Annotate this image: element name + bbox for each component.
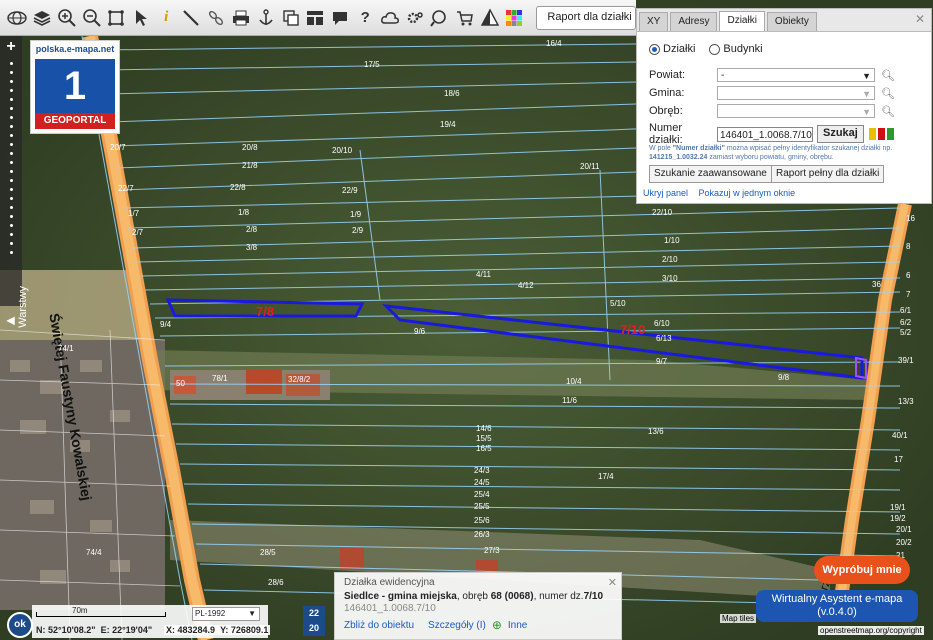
settings-icon[interactable] [404, 6, 426, 30]
zoom-in-icon[interactable] [56, 6, 78, 30]
scale-label: 70m [72, 606, 88, 615]
xy-readout: X: 483284.9 Y: 726809.1 [164, 625, 271, 635]
osm-attribution-link[interactable]: openstreetmap.org/copyright [818, 626, 924, 635]
search-button[interactable]: Szukaj [817, 125, 864, 143]
search-zoom-icon[interactable] [429, 6, 451, 30]
numer-label: Numer działki: [649, 122, 683, 146]
comment-icon[interactable] [329, 6, 351, 30]
search-hint: W pole "Numer działki" można wpisać pełn… [649, 145, 893, 161]
globe-icon[interactable] [6, 6, 28, 30]
zoom-level-indicator: 22 20 [303, 606, 325, 636]
radio-budynki[interactable]: Budynki [709, 43, 763, 55]
warning-icon[interactable] [479, 6, 501, 30]
details-link[interactable]: Szczegóły (I) [428, 620, 486, 631]
gmina-label: Gmina: [649, 87, 685, 99]
zoom-out-icon[interactable] [81, 6, 103, 30]
fullscreen-icon[interactable] [106, 6, 128, 30]
anchor-icon[interactable] [255, 6, 277, 30]
popup-parcel-desc: Siedlce - gmina miejska, obręb 68 (0068)… [344, 591, 604, 602]
logo-brand: GEOPORTAL [35, 113, 115, 129]
color-grid-icon[interactable] [504, 6, 526, 30]
layers-sidebar[interactable]: + ▶ Warstwy [0, 36, 29, 328]
numer-row: Numer działki: 146401_1.0068.7/10 Szukaj [649, 122, 894, 146]
search-icon[interactable]: 🔍︎ [881, 87, 895, 100]
advanced-search-button[interactable]: Szukanie zaawansowane [649, 165, 772, 183]
cloud-icon[interactable] [379, 6, 401, 30]
panel-close-icon[interactable]: ✕ [915, 12, 925, 26]
chevron-down-icon: ▼ [248, 609, 256, 618]
question-icon[interactable]: ? [354, 6, 376, 30]
popup-parcel-id: 146401_1.0068.7/10 [344, 603, 436, 614]
report-button[interactable]: Raport dla działki [536, 5, 636, 30]
info-icon[interactable]: i [155, 6, 177, 30]
popup-links: Zbliż do obiektu Szczegóły (I) ⊕ Inne [344, 618, 612, 632]
tab-adresy[interactable]: Adresy [670, 12, 718, 31]
search-icon[interactable]: 🔍︎ [881, 105, 895, 118]
search-type-radios: Działki Budynki [649, 43, 763, 55]
layers-toggle[interactable]: ▶ Warstwy [4, 286, 29, 328]
powiat-row: Powiat: - ▼ 🔍︎ [649, 68, 895, 82]
scale-bar [36, 612, 166, 617]
copy-icon[interactable] [280, 6, 302, 30]
parcel-search-panel: XY Adresy Działki Obiekty ✕ Działki Budy… [636, 8, 932, 204]
obreb-select[interactable]: ▼ [717, 104, 875, 118]
powiat-select[interactable]: - ▼ [717, 68, 875, 82]
logo-number: 1 [35, 59, 115, 113]
panel-links: Ukryj panel Pokazuj w jednym oknie [643, 188, 803, 198]
powiat-label: Powiat: [649, 69, 686, 81]
measure-icon[interactable] [180, 6, 202, 30]
single-window-link[interactable]: Pokazuj w jednym oknie [699, 188, 796, 198]
tab-dzialki[interactable]: Działki [719, 11, 765, 31]
chevron-down-icon: ▼ [862, 89, 871, 99]
tab-xy[interactable]: XY [639, 12, 669, 31]
layout-icon[interactable] [305, 6, 327, 30]
main-toolbar: i ? Raport dla działki [0, 0, 636, 36]
popup-title: Działka ewidencyjna [344, 577, 435, 588]
radio-dzialki[interactable]: Działki [649, 43, 695, 55]
chevron-down-icon: ▼ [862, 107, 871, 117]
layers-icon[interactable] [31, 6, 53, 30]
panel-tabs: XY Adresy Działki Obiekty [637, 9, 931, 32]
projection-select[interactable]: PL-1992 ▼ [192, 607, 260, 621]
gmina-select[interactable]: ▼ [717, 86, 875, 100]
parcel-number-input[interactable]: 146401_1.0068.7/10 [717, 126, 813, 142]
print-icon[interactable] [230, 6, 252, 30]
link-icon[interactable] [205, 6, 227, 30]
geoportal-logo[interactable]: polska.e-mapa.net 1 GEOPORTAL [30, 40, 120, 134]
gmina-row: Gmina: ▼ 🔍︎ [649, 86, 895, 100]
popup-close-icon[interactable]: ✕ [608, 576, 617, 589]
coordinates-readout: N: 52°10'08.2" E: 22°19'04" [36, 625, 153, 635]
search-icon[interactable]: 🔍︎ [881, 69, 895, 82]
obreb-label: Obręb: [649, 105, 683, 117]
try-me-button[interactable]: Wypróbuj mnie [814, 556, 910, 584]
other-link[interactable]: Inne [508, 620, 527, 631]
plus-circle-icon[interactable]: ⊕ [492, 618, 502, 632]
ok-button[interactable]: ok [7, 612, 33, 638]
virtual-assistant-button[interactable]: Wirtualny Asystent e-mapa (v.0.4.0) [756, 590, 918, 622]
obreb-row: Obręb: ▼ 🔍︎ [649, 104, 895, 118]
map-tiles-attribution: Map tiles [720, 614, 757, 623]
hide-panel-link[interactable]: Ukryj panel [643, 188, 688, 198]
zoom-to-object-link[interactable]: Zbliż do obiektu [344, 620, 414, 631]
parcel-info-popup: ✕ Działka ewidencyjna Siedlce - gmina mi… [334, 572, 622, 640]
color-green-icon[interactable] [886, 128, 894, 140]
site-name: polska.e-mapa.net [35, 44, 115, 54]
full-report-button[interactable]: Raport pełny dla działki [771, 165, 885, 183]
tab-obiekty[interactable]: Obiekty [766, 12, 817, 31]
color-yellow-icon[interactable] [868, 128, 876, 140]
chevron-down-icon: ▼ [862, 71, 871, 81]
color-red-icon[interactable] [877, 128, 885, 140]
expand-plus-icon[interactable]: + [0, 38, 22, 56]
pointer-icon[interactable] [130, 6, 152, 30]
cart-icon[interactable] [454, 6, 476, 30]
